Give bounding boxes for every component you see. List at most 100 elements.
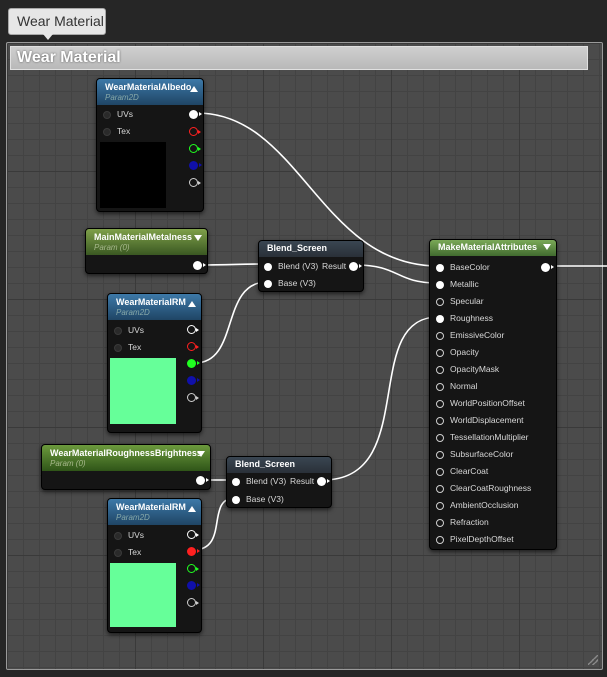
- pin-dot-icon[interactable]: [103, 127, 111, 136]
- output-pin-a[interactable]: [187, 393, 199, 402]
- input-pin-worlddisplacement[interactable]: WorldDisplacement: [436, 413, 524, 427]
- input-pin-blend[interactable]: Blend (V3): [264, 259, 318, 273]
- pin-dot-icon[interactable]: [436, 450, 444, 459]
- pin-label: SubsurfaceColor: [450, 449, 514, 459]
- node-wear-material-rm-2[interactable]: WearMaterialRM Param2D UVs Tex: [107, 498, 202, 633]
- pin-dot-icon[interactable]: [232, 495, 240, 504]
- input-pin-uvs[interactable]: UVs: [103, 107, 133, 121]
- node-blend-screen-1[interactable]: Blend_Screen Blend (V3) Base (V3) Result: [258, 240, 364, 292]
- node-header[interactable]: WearMaterialRoughnessBrightness Param (0…: [42, 445, 210, 471]
- node-header[interactable]: WearMaterialRM Param2D: [108, 499, 201, 525]
- node-blend-screen-2[interactable]: Blend_Screen Blend (V3) Base (V3) Result: [226, 456, 332, 508]
- node-header[interactable]: WearMaterialAlbedo Param2D: [97, 79, 203, 105]
- output-pin-b[interactable]: [187, 581, 200, 590]
- collapse-arrow-icon[interactable]: [188, 301, 196, 307]
- input-pin-emissivecolor[interactable]: EmissiveColor: [436, 328, 504, 342]
- pin-dot-icon[interactable]: [436, 331, 444, 340]
- node-make-material-attributes[interactable]: MakeMaterialAttributes BaseColor Metallic…: [429, 239, 557, 550]
- output-pin-r[interactable]: [187, 547, 200, 556]
- pin-dot-icon[interactable]: [436, 518, 444, 527]
- pin-dot-icon[interactable]: [436, 467, 444, 476]
- pin-dot-icon[interactable]: [436, 501, 444, 510]
- input-pin-worldpositionoffset[interactable]: WorldPositionOffset: [436, 396, 525, 410]
- input-pin-metallic[interactable]: Metallic: [436, 277, 479, 291]
- pin-dot-icon[interactable]: [436, 399, 444, 408]
- input-pin-tessellationmultiplier[interactable]: TessellationMultiplier: [436, 430, 528, 444]
- expand-arrow-icon[interactable]: [543, 244, 551, 250]
- pin-dot-icon[interactable]: [114, 326, 122, 335]
- node-wear-material-albedo[interactable]: WearMaterialAlbedo Param2D UVs Tex: [96, 78, 204, 212]
- output-pin-b[interactable]: [187, 376, 200, 385]
- pin-dot-icon[interactable]: [436, 348, 444, 357]
- input-pin-uvs[interactable]: UVs: [114, 323, 144, 337]
- node-main-material-metalness[interactable]: MainMaterialMetalness Param (0): [85, 228, 208, 274]
- input-pin-base[interactable]: Base (V3): [264, 276, 316, 290]
- pin-dot-icon[interactable]: [436, 263, 444, 272]
- output-pin-b[interactable]: [189, 161, 202, 170]
- input-pin-clearcoat[interactable]: ClearCoat: [436, 464, 488, 478]
- pin-dot-icon[interactable]: [436, 365, 444, 374]
- node-wear-material-rm-1[interactable]: WearMaterialRM Param2D UVs Tex: [107, 293, 202, 433]
- input-pin-uvs[interactable]: UVs: [114, 528, 144, 542]
- wire-rm1-blend1[interactable]: [194, 281, 268, 364]
- input-pin-tex[interactable]: Tex: [103, 124, 130, 138]
- pin-dot-icon[interactable]: [436, 535, 444, 544]
- wire-blend1-metallic[interactable]: [355, 264, 439, 284]
- input-pin-clearcoatroughness[interactable]: ClearCoatRoughness: [436, 481, 531, 495]
- output-pin-r[interactable]: [189, 127, 201, 136]
- pin-dot-icon[interactable]: [114, 548, 122, 557]
- input-pin-subsurfacecolor[interactable]: SubsurfaceColor: [436, 447, 513, 461]
- pin-dot-icon[interactable]: [436, 416, 444, 425]
- node-header[interactable]: MainMaterialMetalness Param (0): [86, 229, 207, 255]
- input-pin-refraction[interactable]: Refraction: [436, 515, 489, 529]
- input-pin-ambientocclusion[interactable]: AmbientOcclusion: [436, 498, 519, 512]
- pin-dot-icon[interactable]: [436, 314, 444, 323]
- input-pin-opacitymask[interactable]: OpacityMask: [436, 362, 499, 376]
- output-pin-a[interactable]: [189, 178, 201, 187]
- node-header[interactable]: Blend_Screen: [259, 241, 363, 257]
- pin-dot-icon[interactable]: [114, 531, 122, 540]
- expand-arrow-icon[interactable]: [194, 235, 202, 241]
- input-pin-tex[interactable]: Tex: [114, 545, 141, 559]
- node-header[interactable]: Blend_Screen: [227, 457, 331, 473]
- output-pin-result[interactable]: [317, 477, 330, 486]
- pin-dot-icon[interactable]: [436, 484, 444, 493]
- wire-blend2-roughness[interactable]: [322, 316, 439, 481]
- pin-dot-icon[interactable]: [436, 433, 444, 442]
- pin-dot-icon[interactable]: [114, 343, 122, 352]
- output-pin-value[interactable]: [193, 261, 206, 270]
- output-pin-a[interactable]: [187, 598, 199, 607]
- output-pin-g[interactable]: [187, 564, 199, 573]
- pin-dot-icon[interactable]: [232, 477, 240, 486]
- expand-arrow-icon[interactable]: [197, 451, 205, 457]
- node-header[interactable]: WearMaterialRM Param2D: [108, 294, 201, 320]
- output-pin-r[interactable]: [187, 342, 199, 351]
- input-pin-roughness[interactable]: Roughness: [436, 311, 493, 325]
- output-pin-g[interactable]: [189, 144, 201, 153]
- node-header[interactable]: MakeMaterialAttributes: [430, 240, 556, 256]
- input-pin-base[interactable]: Base (V3): [232, 492, 284, 506]
- input-pin-pixeldepthoffset[interactable]: PixelDepthOffset: [436, 532, 514, 546]
- pin-dot-icon[interactable]: [264, 262, 272, 271]
- output-pin-g[interactable]: [187, 359, 200, 368]
- pin-dot-icon[interactable]: [103, 110, 111, 119]
- output-pin-result[interactable]: [349, 262, 362, 271]
- output-pin-value[interactable]: [196, 476, 209, 485]
- output-pin-rgb[interactable]: [187, 530, 199, 539]
- node-wear-material-roughness-brightness[interactable]: WearMaterialRoughnessBrightness Param (0…: [41, 444, 211, 490]
- collapse-arrow-icon[interactable]: [190, 86, 198, 92]
- input-pin-blend[interactable]: Blend (V3): [232, 474, 286, 488]
- output-pin-attributes[interactable]: [541, 263, 554, 272]
- output-pin-rgb[interactable]: [187, 325, 199, 334]
- input-pin-basecolor[interactable]: BaseColor: [436, 260, 490, 274]
- input-pin-tex[interactable]: Tex: [114, 340, 141, 354]
- pin-dot-icon[interactable]: [264, 279, 272, 288]
- input-pin-normal[interactable]: Normal: [436, 379, 477, 393]
- pin-dot-icon[interactable]: [436, 297, 444, 306]
- input-pin-specular[interactable]: Specular: [436, 294, 484, 308]
- input-pin-opacity[interactable]: Opacity: [436, 345, 479, 359]
- collapse-arrow-icon[interactable]: [188, 506, 196, 512]
- pin-dot-icon[interactable]: [436, 382, 444, 391]
- pin-dot-icon[interactable]: [436, 280, 444, 289]
- output-pin-rgb[interactable]: [189, 110, 202, 119]
